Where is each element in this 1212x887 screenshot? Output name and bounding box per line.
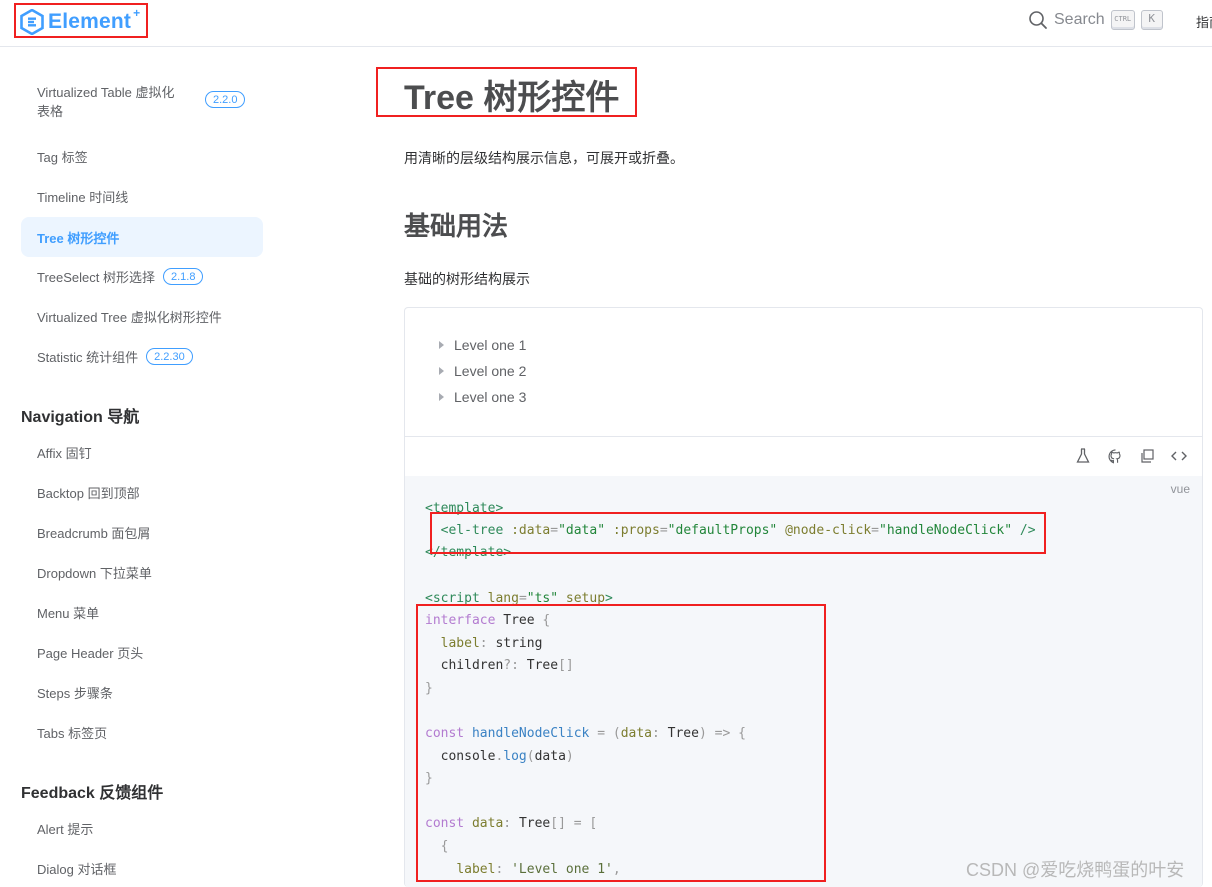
playground-flask-icon[interactable] xyxy=(1074,447,1092,465)
copy-icon[interactable] xyxy=(1138,447,1156,465)
tree-node[interactable]: Level one 1 xyxy=(439,332,526,358)
caret-right-icon[interactable] xyxy=(439,393,444,401)
code-line: </template> xyxy=(425,545,512,560)
watermark: CSDN @爱吃烧鸭蛋的叶安 xyxy=(966,860,1185,880)
tree-node[interactable]: Level one 2 xyxy=(439,358,526,384)
code-block[interactable]: vue <template> <el-tree :data="data" :pr… xyxy=(405,476,1202,887)
sidebar-item-label: Tree 树形控件 xyxy=(37,230,120,246)
demo-toolbar xyxy=(405,437,1202,477)
sidebar-item-statistic[interactable]: Statistic 统计组件 2.2.30 xyxy=(21,336,263,376)
code-line: <script lang="ts" setup> xyxy=(425,591,613,606)
code-line: label: 'Level one 1', xyxy=(456,862,621,877)
code-line: const handleNodeClick = (data: Tree) => … xyxy=(425,726,746,741)
search-button[interactable]: Search CTRL K xyxy=(1028,10,1163,30)
top-header: Element + Search CTRL K 指南 xyxy=(0,0,1212,47)
element-logo-icon xyxy=(20,9,44,35)
sidebar-item-breadcrumb[interactable]: Breadcrumb 面包屑 xyxy=(21,512,263,552)
code-line: } xyxy=(425,681,433,696)
sidebar-item-label: Breadcrumb 面包屑 xyxy=(37,525,151,541)
tree-node-label: Level one 3 xyxy=(454,389,527,405)
tree-node[interactable]: Level one 3 xyxy=(439,384,526,410)
sidebar-group-navigation: Navigation 导航 xyxy=(21,409,140,426)
sidebar-item-label: Dropdown 下拉菜单 xyxy=(37,565,152,581)
sidebar-item-label: Page Header 页头 xyxy=(37,645,144,661)
sidebar-item-label: Virtualized Table 虚拟化表格 xyxy=(37,85,175,119)
section-title: 基础用法 xyxy=(404,211,509,241)
tree-node-label: Level one 1 xyxy=(454,337,527,353)
sidebar-item-steps[interactable]: Steps 步骤条 xyxy=(21,672,263,712)
sidebar-item-alert[interactable]: Alert 提示 xyxy=(21,808,263,848)
sidebar-item-label: Steps 步骤条 xyxy=(37,685,113,701)
search-label: Search xyxy=(1054,11,1105,28)
nav-guide-link[interactable]: 指南 xyxy=(1196,12,1212,31)
version-badge: 2.1.8 xyxy=(163,267,204,285)
code-language-label: vue xyxy=(1170,482,1190,496)
section-description: 基础的树形结构展示 xyxy=(404,271,530,287)
sidebar-item-label: Backtop 回到顶部 xyxy=(37,485,140,501)
code-line: console.log(data) xyxy=(440,749,574,764)
sidebar-item-timeline[interactable]: Timeline 时间线 xyxy=(21,176,263,216)
sidebar-item-label: TreeSelect 树形选择 xyxy=(37,269,155,285)
logo-text: Element xyxy=(48,10,132,33)
code-line: { xyxy=(440,839,449,854)
caret-right-icon[interactable] xyxy=(439,367,444,375)
demo-block: Level one 1 Level one 2 Level one 3 vue … xyxy=(404,307,1203,887)
sidebar-item-label: Affix 固钉 xyxy=(37,445,92,461)
sidebar-item-dialog[interactable]: Dialog 对话框 xyxy=(21,848,263,887)
sidebar: Virtualized Table 虚拟化表格 2.2.0 Tag 标签 Tim… xyxy=(0,48,290,887)
sidebar-item-label: Statistic 统计组件 xyxy=(37,349,139,365)
sidebar-item-label: Menu 菜单 xyxy=(37,605,100,621)
element-plus-logo[interactable]: Element + xyxy=(20,6,142,37)
code-toggle-icon[interactable] xyxy=(1170,447,1188,465)
sidebar-item-label: Tag 标签 xyxy=(37,149,88,165)
sidebar-item-tabs[interactable]: Tabs 标签页 xyxy=(21,712,263,752)
code-line: <template> xyxy=(425,501,504,516)
code-line: label: string xyxy=(440,636,543,651)
page-description: 用清晰的层级结构展示信息，可展开或折叠。 xyxy=(404,150,684,166)
sidebar-item-tree[interactable]: Tree 树形控件 xyxy=(21,217,263,257)
code-line: } xyxy=(425,771,433,786)
code-line: <el-tree :data="data" :props="defaultPro… xyxy=(440,523,1036,538)
sidebar-item-label: Virtualized Tree 虚拟化树形控件 xyxy=(37,309,222,325)
caret-right-icon[interactable] xyxy=(439,341,444,349)
sidebar-item-backtop[interactable]: Backtop 回到顶部 xyxy=(21,472,263,512)
code-line: interface Tree { xyxy=(425,613,551,628)
version-badge: 2.2.30 xyxy=(146,347,193,365)
search-icon xyxy=(1029,11,1047,29)
sidebar-item-virtualized-table[interactable]: Virtualized Table 虚拟化表格 2.2.0 xyxy=(21,85,263,130)
sidebar-item-affix[interactable]: Affix 固钉 xyxy=(21,432,263,472)
sidebar-item-treeselect[interactable]: TreeSelect 树形选择 2.1.8 xyxy=(21,256,263,296)
sidebar-item-label: Tabs 标签页 xyxy=(37,725,108,741)
sidebar-item-page-header[interactable]: Page Header 页头 xyxy=(21,632,263,672)
code-line: children?: Tree[] xyxy=(440,658,574,673)
sidebar-item-virtualized-tree[interactable]: Virtualized Tree 虚拟化树形控件 xyxy=(21,296,263,336)
logo-plus: + xyxy=(133,6,141,20)
sidebar-item-label: Alert 提示 xyxy=(37,821,94,837)
version-badge: 2.2.0 xyxy=(205,91,246,108)
kbd-k: K xyxy=(1140,10,1163,30)
sidebar-item-dropdown[interactable]: Dropdown 下拉菜单 xyxy=(21,552,263,592)
kbd-ctrl: CTRL xyxy=(1110,10,1135,30)
demo-preview: Level one 1 Level one 2 Level one 3 xyxy=(405,308,1202,437)
sidebar-item-label: Timeline 时间线 xyxy=(37,189,129,205)
sidebar-group-feedback: Feedback 反馈组件 xyxy=(21,785,164,802)
sidebar-item-tag[interactable]: Tag 标签 xyxy=(21,136,263,176)
sidebar-item-label: Dialog 对话框 xyxy=(37,861,117,877)
github-icon[interactable] xyxy=(1106,447,1124,465)
code-line: const data: Tree[] = [ xyxy=(425,816,598,831)
sidebar-item-menu[interactable]: Menu 菜单 xyxy=(21,592,263,632)
tree-node-label: Level one 2 xyxy=(454,363,527,379)
page-title: Tree 树形控件 xyxy=(404,79,620,117)
